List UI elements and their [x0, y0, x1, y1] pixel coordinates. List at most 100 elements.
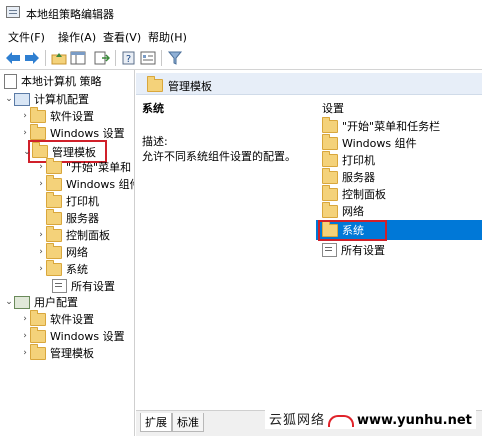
tree-system[interactable]: › 系统: [36, 259, 88, 277]
help-icon[interactable]: ?: [121, 50, 137, 66]
folder-icon: [322, 184, 338, 201]
tree-user-admin-templates-label: 管理模板: [50, 347, 94, 360]
chevron-right-icon[interactable]: ›: [20, 345, 30, 361]
policy-tree: 本地计算机 策略 ⌄ 计算机配置 › 软件设置 › Windows 设置 ⌄ 管…: [0, 70, 135, 436]
tree-all-settings-label: 所有设置: [71, 280, 115, 293]
properties-icon[interactable]: [140, 50, 156, 66]
window-title: 本地组策略编辑器: [26, 8, 114, 21]
list-item-label: "开始"菜单和任务栏: [342, 120, 441, 133]
gpedit-app-icon: [6, 6, 20, 18]
tree-windows-settings[interactable]: › Windows 设置: [20, 123, 125, 141]
folder-icon: [322, 201, 338, 218]
chevron-right-icon[interactable]: ›: [20, 108, 30, 124]
tree-windows-components-label: Windows 组件: [66, 178, 135, 191]
list-item-label: 服务器: [342, 171, 375, 184]
tree-user-config-label: 用户配置: [34, 296, 78, 309]
tree-user-windows-settings[interactable]: › Windows 设置: [20, 326, 125, 344]
selected-item-title: 系统: [142, 102, 164, 115]
settings-column-header[interactable]: 设置: [322, 100, 344, 116]
tree-network-label: 网络: [66, 246, 88, 259]
list-item-network[interactable]: 网络: [322, 201, 364, 219]
list-item-label: 所有设置: [341, 244, 385, 257]
folder-up-icon[interactable]: [51, 50, 67, 66]
menu-help[interactable]: 帮助(H): [148, 29, 187, 45]
folder-icon: [30, 326, 46, 343]
menu-view[interactable]: 查看(V): [103, 29, 141, 45]
tree-user-windows-settings-label: Windows 设置: [50, 330, 125, 343]
list-item-label: 网络: [342, 205, 364, 218]
list-item-all-settings[interactable]: 所有设置: [322, 242, 385, 258]
list-item-start-menu[interactable]: "开始"菜单和任务栏: [322, 116, 441, 134]
folder-icon: [32, 142, 48, 158]
chevron-right-icon[interactable]: ›: [20, 328, 30, 344]
tree-software-settings[interactable]: › 软件设置: [20, 106, 94, 124]
tree-system-label: 系统: [66, 263, 88, 276]
watermark: 云狐网络 www.yunhu.net: [265, 408, 476, 429]
folder-icon: [46, 174, 62, 191]
tree-network[interactable]: › 网络: [36, 242, 88, 260]
selection-highlight-box: [318, 220, 387, 241]
list-item-control-panel[interactable]: 控制面板: [322, 184, 386, 202]
tree-admin-templates-label: 管理模板: [52, 145, 96, 159]
folder-icon: [30, 106, 46, 123]
tree-root[interactable]: 本地计算机 策略: [4, 73, 102, 89]
export-list-icon[interactable]: [94, 50, 110, 66]
folder-icon: [46, 225, 62, 242]
list-item-server[interactable]: 服务器: [322, 167, 375, 185]
tree-user-config[interactable]: ⌄ 用户配置: [4, 294, 78, 310]
tree-start-menu-label: "开始"菜单和: [66, 161, 132, 174]
settings-list-icon: [52, 279, 67, 293]
tree-computer-config-label: 计算机配置: [34, 93, 89, 106]
folder-icon: [30, 123, 46, 140]
chevron-right-icon[interactable]: ›: [20, 125, 30, 141]
forward-arrow-icon[interactable]: [24, 50, 40, 66]
tree-all-settings[interactable]: 所有设置: [52, 278, 115, 294]
menu-action[interactable]: 操作(A): [58, 29, 96, 45]
tree-server[interactable]: 服务器: [46, 208, 99, 226]
tree-windows-settings-label: Windows 设置: [50, 127, 125, 140]
tree-user-admin-templates[interactable]: › 管理模板: [20, 343, 94, 361]
tree-start-menu[interactable]: › "开始"菜单和: [36, 157, 132, 175]
watermark-cn: 云狐网络: [269, 413, 326, 428]
menu-bar: 文件(F) 操作(A) 查看(V) 帮助(H): [0, 26, 482, 46]
tree-printers-label: 打印机: [66, 195, 99, 208]
chevron-right-icon[interactable]: ›: [36, 261, 46, 277]
list-item-windows-components[interactable]: Windows 组件: [322, 133, 417, 151]
tree-printers[interactable]: 打印机: [46, 191, 99, 209]
tab-standard[interactable]: 标准: [172, 413, 204, 432]
user-icon: [14, 295, 30, 309]
list-item-label: 打印机: [342, 154, 375, 167]
folder-icon: [46, 208, 62, 225]
list-item-label: Windows 组件: [342, 137, 417, 150]
tree-root-label: 本地计算机 策略: [21, 75, 102, 88]
chevron-down-icon[interactable]: ⌄: [4, 294, 14, 310]
tree-user-software-settings-label: 软件设置: [50, 313, 94, 326]
chevron-down-icon[interactable]: ⌄: [22, 144, 32, 160]
chevron-right-icon[interactable]: ›: [36, 176, 46, 192]
toolbar: ?: [0, 46, 482, 70]
policy-doc-icon: [4, 73, 17, 89]
tree-windows-components[interactable]: › Windows 组件: [36, 174, 135, 192]
tree-control-panel[interactable]: › 控制面板: [36, 225, 110, 243]
title-bar: 本地组策略编辑器: [0, 0, 482, 26]
chevron-right-icon[interactable]: ›: [36, 227, 46, 243]
back-arrow-icon[interactable]: [5, 50, 21, 66]
list-item-printers[interactable]: 打印机: [322, 150, 375, 168]
tab-extended[interactable]: 扩展: [140, 413, 172, 432]
folder-icon: [46, 157, 62, 174]
folder-icon: [46, 191, 62, 208]
tree-user-software-settings[interactable]: › 软件设置: [20, 309, 94, 327]
chevron-down-icon[interactable]: ⌄: [4, 91, 14, 107]
description-text: 允许不同系统组件设置的配置。: [142, 150, 296, 163]
chevron-right-icon[interactable]: ›: [20, 311, 30, 327]
menu-file[interactable]: 文件(F): [8, 29, 45, 45]
folder-icon: [30, 343, 46, 360]
folder-icon: [30, 309, 46, 326]
show-hide-tree-icon[interactable]: [70, 50, 86, 66]
folder-icon: [46, 242, 62, 259]
chevron-right-icon[interactable]: ›: [36, 244, 46, 260]
filter-icon[interactable]: [167, 50, 183, 66]
chevron-right-icon[interactable]: ›: [36, 159, 46, 175]
tree-computer-config[interactable]: ⌄ 计算机配置: [4, 91, 89, 107]
folder-icon: [322, 167, 338, 184]
